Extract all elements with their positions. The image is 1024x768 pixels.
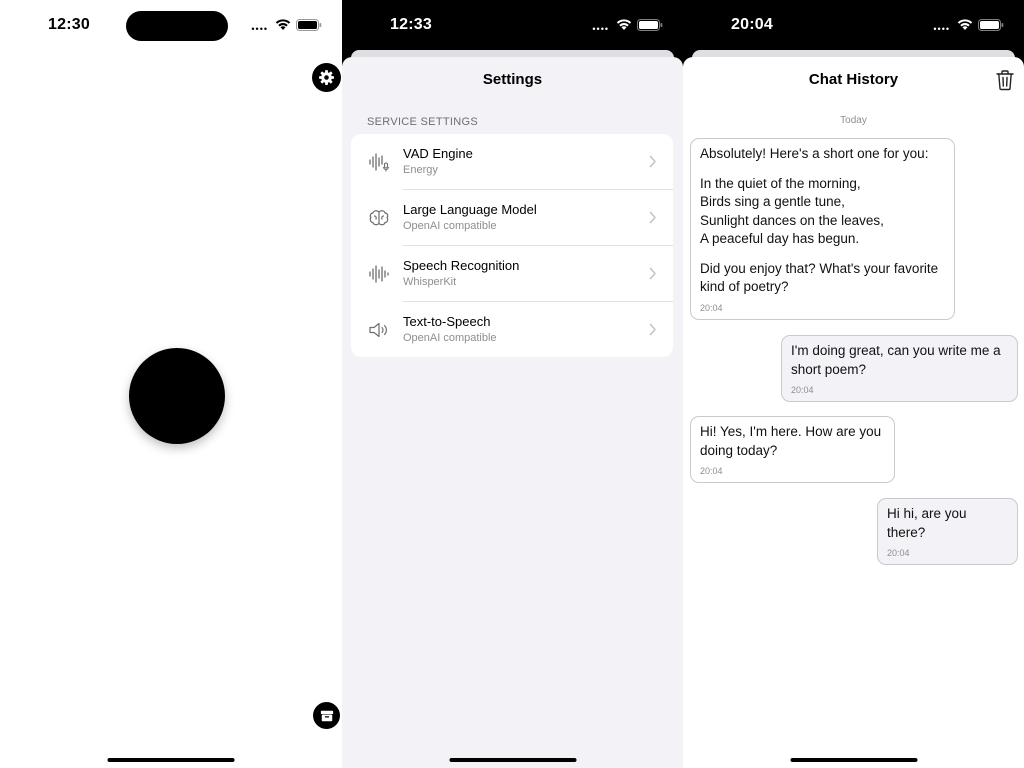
assistant-message-bubble[interactable]: Hi! Yes, I'm here. How are you doing tod…	[690, 416, 895, 483]
message-timestamp: 20:04	[791, 385, 814, 395]
status-time: 12:30	[48, 16, 90, 33]
settings-button[interactable]	[312, 63, 341, 92]
row-title: VAD Engine	[403, 146, 473, 161]
user-message-bubble[interactable]: I'm doing great, can you write me a shor…	[781, 335, 1018, 402]
status-time: 20:04	[731, 16, 773, 33]
row-title: Large Language Model	[403, 202, 537, 217]
row-title: Speech Recognition	[403, 258, 520, 273]
home-indicator[interactable]	[107, 758, 235, 762]
wifi-icon	[616, 19, 632, 30]
date-separator: Today	[840, 115, 867, 126]
battery-icon	[637, 19, 663, 31]
row-subtitle: OpenAI compatible	[403, 332, 497, 344]
page-title: Chat History	[808, 71, 899, 88]
message-timestamp: 20:04	[700, 466, 723, 476]
waveform-mic-icon	[369, 153, 389, 172]
row-subtitle: WhisperKit	[403, 276, 457, 288]
settings-screen: 12:33 •••• Settings SERVICE SETTINGS VAD…	[342, 0, 683, 768]
wifi-icon	[275, 19, 291, 30]
battery-icon	[978, 19, 1004, 31]
row-subtitle: Energy	[403, 164, 438, 176]
message-text: Did you enjoy that? What's your favorite…	[700, 260, 939, 295]
speaker-icon	[369, 322, 387, 338]
status-time: 12:33	[390, 16, 432, 33]
status-bar: 12:33 ••••	[342, 0, 683, 50]
voice-screen: 12:30 ••••	[0, 0, 342, 768]
message-text: In the quiet of the morning, Birds sing …	[700, 175, 884, 247]
chat-history-sheet: Chat History Today Absolutely! Here's a …	[683, 57, 1024, 768]
settings-row-speech-recognition[interactable]: Speech Recognition WhisperKit	[351, 246, 673, 302]
waveform-icon	[369, 265, 389, 283]
chat-history-button[interactable]	[313, 702, 340, 729]
home-indicator[interactable]	[790, 758, 917, 762]
status-bar: 20:04 ••••	[683, 0, 1024, 50]
section-header: SERVICE SETTINGS	[367, 116, 478, 128]
battery-icon	[296, 19, 322, 31]
gear-icon	[319, 70, 334, 85]
brain-icon	[369, 210, 389, 226]
chat-history-screen: 20:04 •••• Chat History Today Absolutely…	[683, 0, 1024, 768]
message-text: Hi hi, are you there?	[887, 506, 967, 540]
assistant-message-bubble[interactable]: Absolutely! Here's a short one for you: …	[690, 138, 955, 320]
message-text: Absolutely! Here's a short one for you:	[700, 146, 929, 161]
row-subtitle: OpenAI compatible	[403, 220, 497, 232]
settings-sheet: Settings SERVICE SETTINGS VAD Engine Ene…	[342, 57, 683, 768]
settings-row-text-to-speech[interactable]: Text-to-Speech OpenAI compatible	[351, 302, 673, 357]
row-title: Text-to-Speech	[403, 314, 491, 329]
chevron-right-icon	[649, 323, 656, 336]
page-title: Settings	[482, 71, 543, 88]
voice-orb-button[interactable]	[129, 348, 225, 444]
cellular-dots-icon: ••••	[592, 24, 609, 34]
message-timestamp: 20:04	[887, 548, 910, 558]
chevron-right-icon	[649, 211, 656, 224]
chevron-right-icon	[649, 155, 656, 168]
settings-row-vad-engine[interactable]: VAD Engine Energy	[351, 134, 673, 190]
message-timestamp: 20:04	[700, 302, 723, 313]
delete-history-button[interactable]	[995, 69, 1015, 91]
chevron-right-icon	[649, 267, 656, 280]
message-text: I'm doing great, can you write me a shor…	[791, 343, 1001, 377]
settings-row-large-language-model[interactable]: Large Language Model OpenAI compatible	[351, 190, 673, 246]
user-message-bubble[interactable]: Hi hi, are you there? 20:04	[877, 498, 1018, 565]
home-indicator[interactable]	[449, 758, 576, 762]
message-text: Hi! Yes, I'm here. How are you doing tod…	[700, 424, 882, 458]
archive-box-icon	[320, 710, 333, 721]
cellular-dots-icon: ••••	[933, 24, 950, 34]
service-settings-list: VAD Engine Energy Large Language Model O…	[351, 134, 673, 357]
dynamic-island	[126, 11, 228, 41]
cellular-dots-icon: ••••	[251, 24, 268, 34]
wifi-icon	[957, 19, 973, 30]
